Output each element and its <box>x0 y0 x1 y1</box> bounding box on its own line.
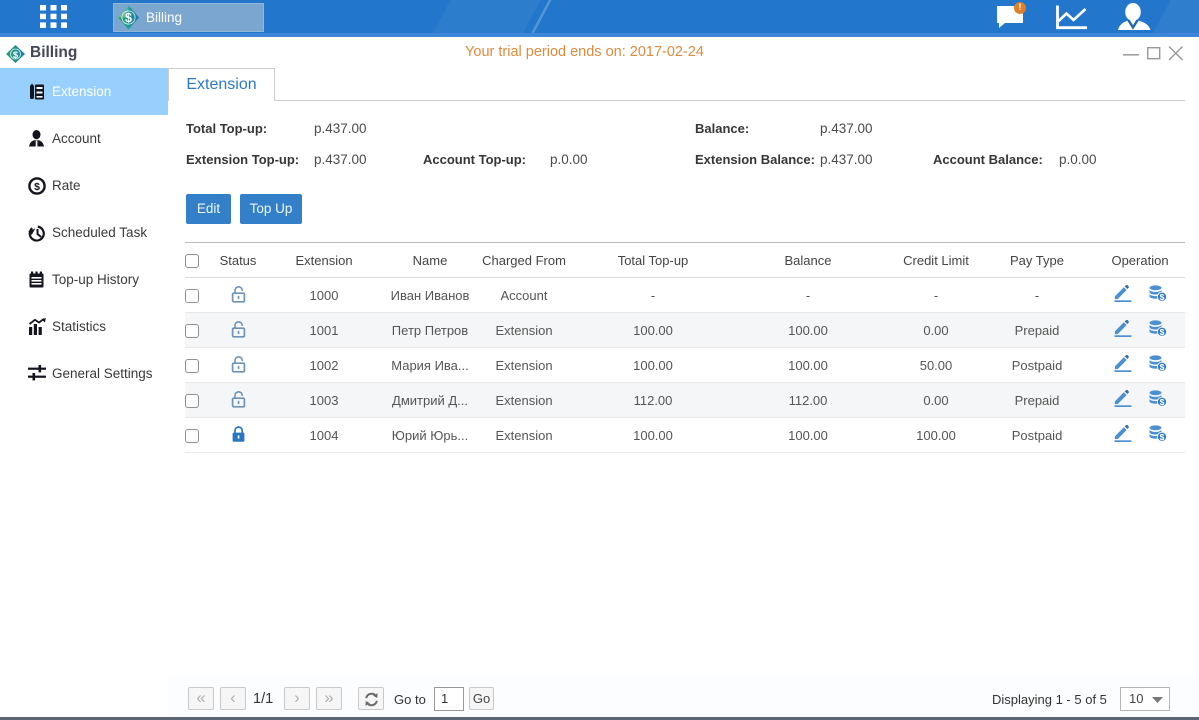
svg-text:$: $ <box>1159 397 1164 407</box>
svg-text:$: $ <box>125 11 132 25</box>
svg-text:$: $ <box>1159 362 1164 372</box>
svg-text:$: $ <box>1159 432 1164 442</box>
svg-text:$: $ <box>1159 327 1164 337</box>
svg-text:$: $ <box>34 181 40 193</box>
svg-text:$: $ <box>1159 292 1164 302</box>
